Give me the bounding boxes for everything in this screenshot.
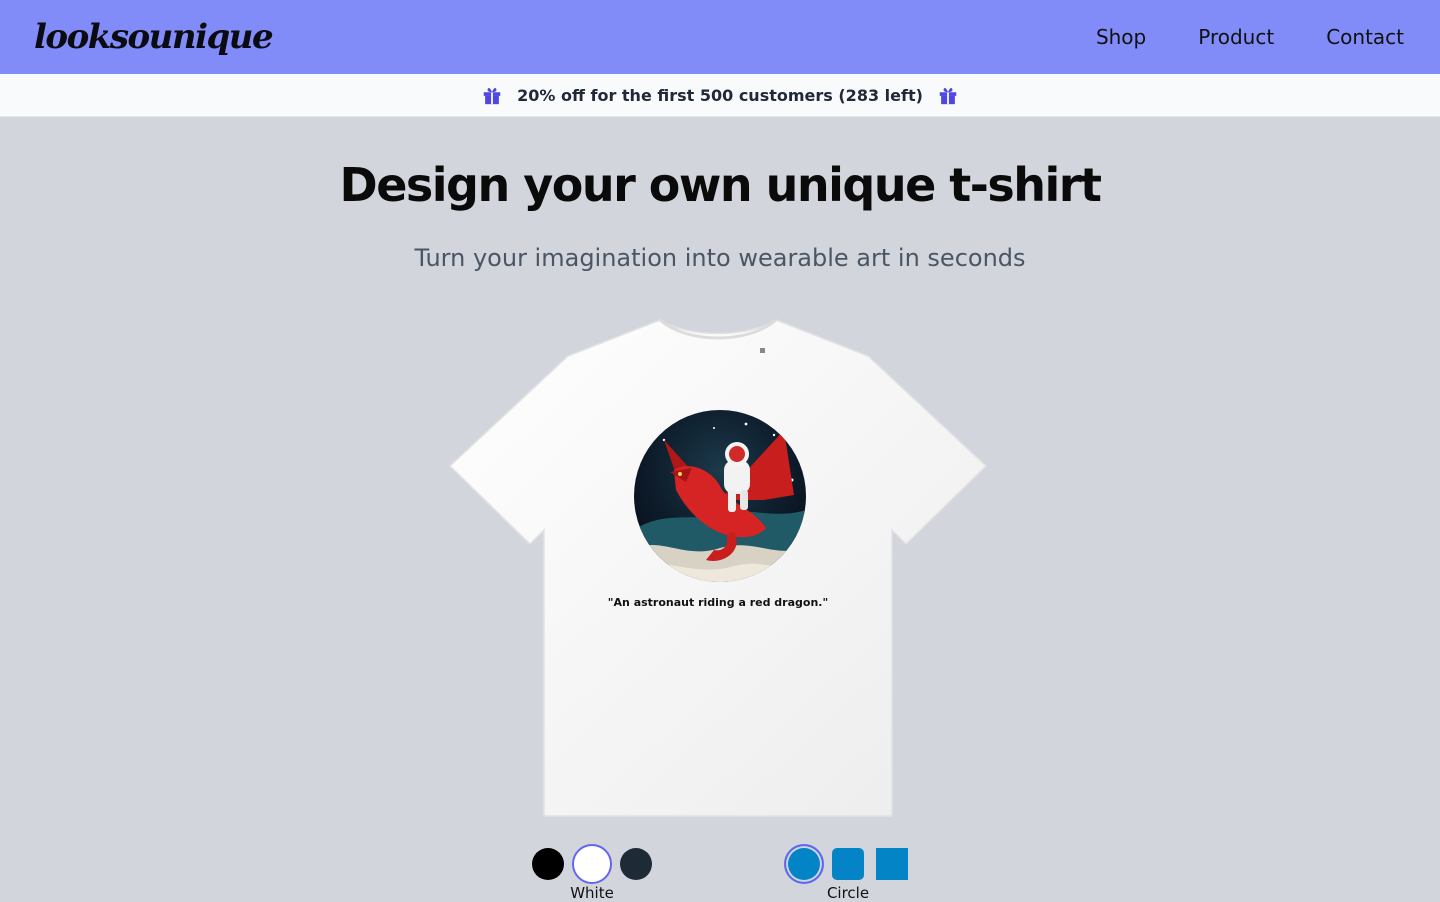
tshirt-preview: "An astronaut riding a red dragon.": [448, 316, 988, 820]
design-caption: "An astronaut riding a red dragon.": [607, 596, 829, 609]
gift-icon: [483, 87, 501, 105]
design-artwork: [634, 410, 806, 582]
navbar: looksounique Shop Product Contact: [0, 0, 1440, 74]
astronaut-dragon-image: [634, 410, 806, 582]
shape-option-rounded-square[interactable]: [832, 848, 864, 880]
hero-subtitle: Turn your imagination into wearable art …: [414, 244, 1026, 272]
gift-icon: [939, 87, 957, 105]
nav-contact-link[interactable]: Contact: [1326, 25, 1404, 49]
selected-shape-label: Circle: [826, 884, 870, 902]
selected-color-label: White: [570, 884, 614, 902]
nav-shop-link[interactable]: Shop: [1096, 25, 1146, 49]
color-swatch-white[interactable]: [572, 844, 612, 884]
color-swatch-navy[interactable]: [620, 848, 652, 880]
hero-title: Design your own unique t-shirt: [339, 158, 1102, 212]
nav-product-link[interactable]: Product: [1198, 25, 1274, 49]
promo-text: 20% off for the first 500 customers (283…: [517, 85, 923, 105]
shape-option-square[interactable]: [876, 848, 908, 880]
promo-banner: 20% off for the first 500 customers (283…: [0, 74, 1440, 117]
brand-logo[interactable]: looksounique: [34, 20, 274, 54]
color-swatch-black[interactable]: [532, 848, 564, 880]
nav-links: Shop Product Contact: [1096, 25, 1404, 49]
shape-option-circle[interactable]: [784, 844, 824, 884]
